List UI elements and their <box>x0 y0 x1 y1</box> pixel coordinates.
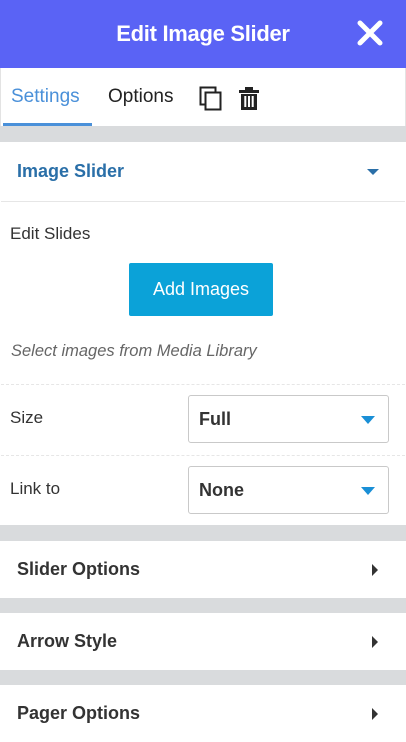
caret-down-icon <box>367 168 379 175</box>
link-to-label: Link to <box>10 479 61 498</box>
add-images-button[interactable]: Add Images <box>129 263 273 316</box>
edit-slides-label: Edit Slides <box>10 224 91 243</box>
size-label: Size <box>10 408 44 427</box>
close-icon[interactable] <box>354 17 386 49</box>
image-slider-section-header[interactable]: Image Slider <box>1 142 405 201</box>
row-divider <box>1 455 405 456</box>
slider-options-title: Slider Options <box>17 559 141 579</box>
image-slider-title: Image Slider <box>17 161 125 181</box>
link-to-select[interactable]: None <box>188 466 389 514</box>
size-value: Full <box>199 409 231 429</box>
copy-icon[interactable] <box>199 86 223 112</box>
pager-options-title: Pager Options <box>17 703 141 723</box>
slider-options-section-header[interactable]: Slider Options <box>1 541 405 598</box>
tab-settings[interactable]: Settings <box>11 68 80 126</box>
section-divider <box>0 126 406 142</box>
trash-icon[interactable] <box>237 86 261 112</box>
dropdown-arrow-icon <box>361 416 375 424</box>
caret-right-icon <box>372 707 378 720</box>
arrow-style-title: Arrow Style <box>17 631 118 651</box>
panel-header: Edit Image Slider <box>0 0 406 68</box>
size-select[interactable]: Full <box>188 395 389 443</box>
tab-options[interactable]: Options <box>108 68 173 126</box>
media-library-hint: Select images from Media Library <box>11 342 257 360</box>
section-divider <box>0 525 406 541</box>
link-to-value: None <box>199 480 244 500</box>
section-divider <box>0 598 406 613</box>
arrow-style-section-header[interactable]: Arrow Style <box>1 613 405 670</box>
section-divider <box>0 670 406 685</box>
caret-right-icon <box>372 635 378 648</box>
panel-title: Edit Image Slider <box>116 21 290 46</box>
dropdown-arrow-icon <box>361 487 375 495</box>
caret-right-icon <box>372 563 378 576</box>
row-divider <box>1 384 405 385</box>
pager-options-section-header[interactable]: Pager Options <box>1 685 405 742</box>
